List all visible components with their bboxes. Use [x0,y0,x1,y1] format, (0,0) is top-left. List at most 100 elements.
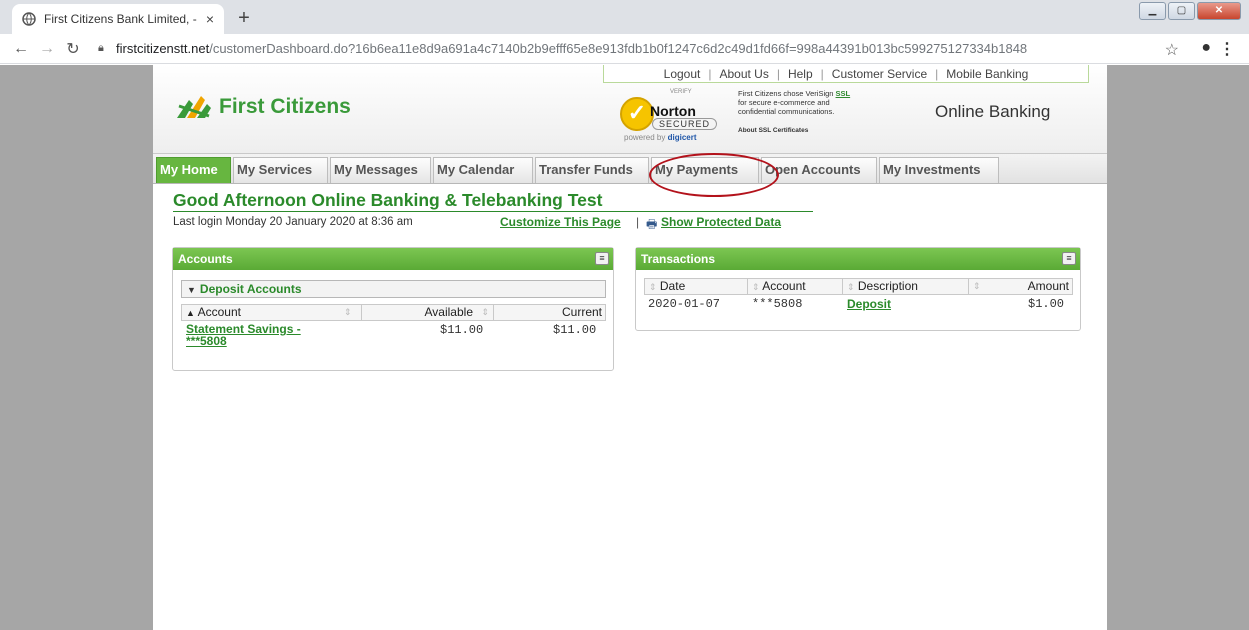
about-us-link[interactable]: About Us [719,67,768,81]
panel-menu-icon[interactable]: ≡ [1062,252,1076,265]
last-login-text: Last login Monday 20 January 2020 at 8:3… [173,216,413,228]
tab-my-home[interactable]: My Home [156,157,231,183]
transactions-panel-header: Transactions ≡ [636,248,1080,270]
highlight-circle-annotation [649,153,779,197]
accounts-table-header: ▲ Account ⇕ Available ⇕ Current [181,304,606,321]
norton-name: Norton [650,103,696,119]
col-description-label: Description [857,279,918,293]
tab-close-icon[interactable]: × [206,11,214,27]
col-date-label: Date [659,279,686,293]
available-balance: $11.00 [440,323,484,337]
maximize-button[interactable]: ▢ [1168,2,1195,20]
norton-verify-text: VERIFY [670,89,692,95]
col-account[interactable]: ⇕ Account [748,279,843,294]
brand-logo[interactable]: First Citizens [175,92,351,122]
page-content: First Citizens VERIFY ✓ Norton SECURED p… [153,65,1107,630]
transactions-panel: Transactions ≡ ⇕ Date ⇕ Account ⇕ Descri… [635,247,1081,331]
norton-secured-seal[interactable]: VERIFY ✓ Norton SECURED powered by digic… [620,89,728,143]
account-number: ***5808 [186,334,227,348]
address-bar[interactable]: 🔒︎ firstcitizenstt.net/customerDashboard… [98,41,1158,56]
col-current[interactable]: Current [494,305,605,320]
account-link[interactable]: Statement Savings - ***5808 [186,323,301,347]
panel-menu-icon[interactable]: ≡ [595,252,609,265]
sort-icon: ⇕ [973,281,981,291]
ssl-note: First Citizens chose VeriSign SSL for se… [738,89,908,135]
deposit-accounts-group[interactable]: ▼ Deposit Accounts [181,280,606,298]
close-window-button[interactable]: ✕ [1197,2,1241,20]
page-title: Good Afternoon Online Banking & Telebank… [173,190,603,210]
col-account[interactable]: ▲ Account ⇕ [182,305,362,320]
help-link[interactable]: Help [788,67,813,81]
accounts-panel: Accounts ≡ ▼ Deposit Accounts ▲ Account ⇕ … [172,247,614,371]
url-path: /customerDashboard.do?16b6ea11e8d9a691a4… [209,41,1028,56]
ssl-link[interactable]: SSL [836,89,851,98]
browser-tab-strip: First Citizens Bank Limited, - Hon × + ▁… [0,0,1249,34]
tab-transfer-funds[interactable]: Transfer Funds [535,157,649,183]
customize-page-link[interactable]: Customize This Page [500,215,621,229]
link-separator: | [636,215,640,229]
lock-icon: 🔒︎ [98,42,104,54]
transaction-account: ***5808 [752,297,803,311]
tab-my-investments[interactable]: My Investments [879,157,999,183]
tab-my-services[interactable]: My Services [233,157,328,183]
current-balance: $11.00 [553,323,597,337]
tab-my-calendar[interactable]: My Calendar [433,157,533,183]
title-underline [173,211,813,212]
col-description[interactable]: ⇕ Description [843,279,969,294]
deposit-accounts-label: Deposit Accounts [199,282,302,296]
ssl-note-line1: First Citizens chose VeriSign [738,89,836,98]
menu-dots-icon[interactable]: ⋮ [1219,39,1235,59]
brand-name: First Citizens [219,95,351,118]
reload-icon[interactable]: ↻ [60,39,86,59]
sort-icon: ⇕ [481,307,489,317]
new-tab-button[interactable]: + [232,7,256,31]
transactions-panel-title: Transactions [641,252,716,266]
mobile-banking-link[interactable]: Mobile Banking [946,67,1028,81]
show-protected-data-link[interactable]: Show Protected Data [661,215,781,229]
transaction-description-link[interactable]: Deposit [847,297,891,311]
col-current-label: Current [561,305,602,319]
browser-tab-title: First Citizens Bank Limited, - Hon [44,12,200,26]
sort-icon: ⇕ [752,282,760,292]
triangle-down-icon: ▼ [187,285,196,295]
minimize-button[interactable]: ▁ [1139,2,1166,20]
account-icon[interactable]: ● [1201,39,1211,57]
ssl-note-line3: confidential communications. [738,107,835,116]
accounts-panel-title: Accounts [178,252,233,266]
browser-tab[interactable]: First Citizens Bank Limited, - Hon × [12,4,224,34]
protected-data-icon: 🖶︎ [646,217,658,231]
sort-icon: ⇕ [847,282,855,292]
transactions-table-header: ⇕ Date ⇕ Account ⇕ Description ⇕ Amount [644,278,1073,295]
bookmark-star-icon[interactable]: ☆ [1165,40,1179,60]
powered-prefix: powered by [624,133,668,142]
logout-link[interactable]: Logout [664,67,701,81]
tab-open-accounts[interactable]: Open Accounts [761,157,877,183]
url-host: firstcitizenstt.net [116,41,210,56]
col-amount-label: Amount [1027,279,1069,293]
customer-service-link[interactable]: Customer Service [832,67,927,81]
sort-asc-icon: ▲ [186,308,195,318]
col-date[interactable]: ⇕ Date [645,279,748,294]
col-available[interactable]: Available ⇕ [362,305,494,320]
col-amount[interactable]: ⇕ Amount [969,279,1072,294]
transaction-date: 2020-01-07 [648,297,721,311]
col-account-label: Account [197,305,241,319]
browser-toolbar: ← → ↻ 🔒︎ firstcitizenstt.net/customerDas… [0,34,1249,64]
accounts-panel-header: Accounts ≡ [173,248,613,270]
col-account-label: Account [762,279,806,293]
back-arrow-icon[interactable]: ← [8,40,34,58]
page-side-background-left [0,65,153,630]
window-controls: ▁ ▢ ✕ [1139,2,1241,20]
page-side-background-right [1107,65,1249,630]
utility-links-bar: Logout | About Us | Help | Customer Service… [603,65,1089,83]
norton-secured-text: SECURED [652,118,718,130]
tab-my-messages[interactable]: My Messages [330,157,431,183]
digicert-brand: digicert [667,133,697,142]
online-banking-title: Online Banking [935,102,1051,121]
first-citizens-logo-icon [177,96,211,118]
about-ssl-link[interactable]: About SSL Certificates [738,126,908,135]
forward-arrow-icon[interactable]: → [34,40,60,58]
main-nav-tabs: My Home My Services My Messages My Calen… [153,153,1107,184]
norton-powered-by: powered by digicert [624,133,697,142]
ssl-note-line2: for secure e-commerce and [738,98,830,107]
